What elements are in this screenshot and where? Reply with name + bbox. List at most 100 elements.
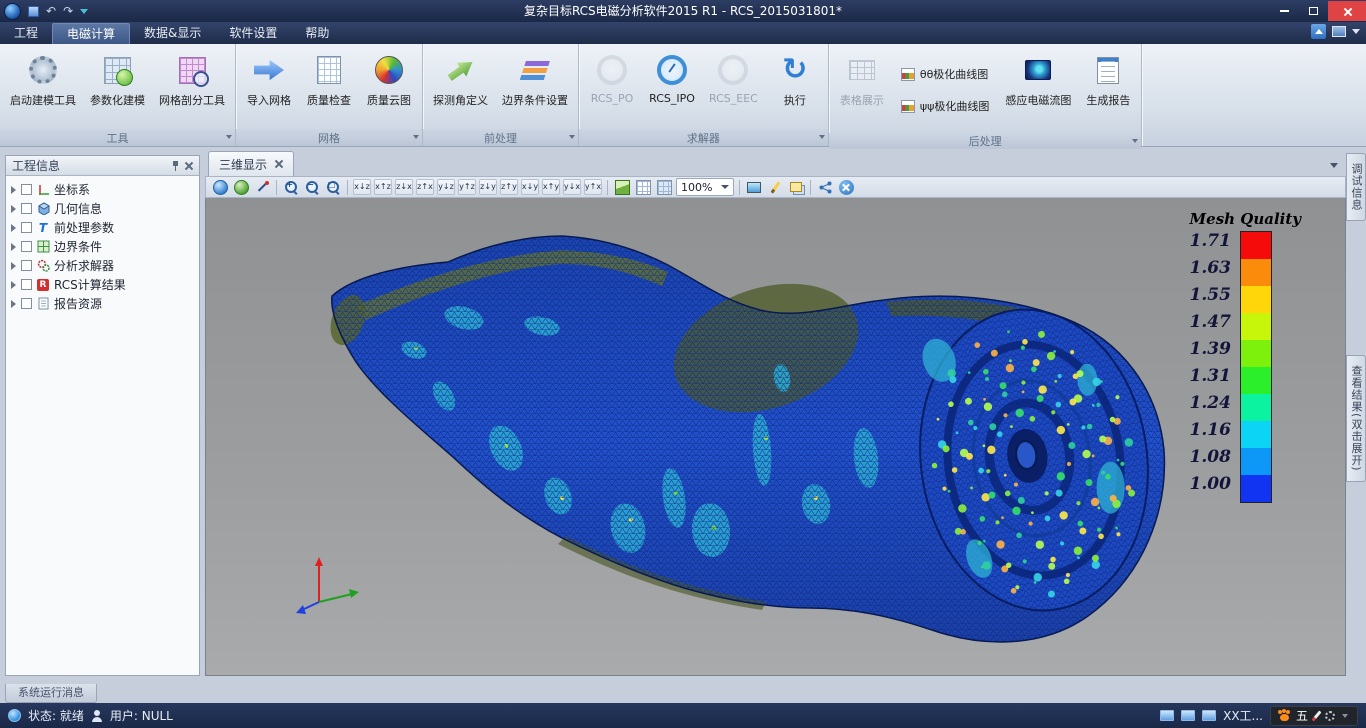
ribbon-button-probe-angle-define[interactable]: 探测角定义 — [427, 47, 494, 110]
system-message-tab[interactable]: 系统运行消息 — [5, 684, 97, 703]
minimize-button[interactable] — [1270, 1, 1299, 21]
ribbon-button-theta-polar-curve[interactable]: θθ极化曲线图 — [895, 63, 996, 85]
checkbox[interactable] — [21, 203, 32, 214]
tree-item-report-resources[interactable]: 报告资源 — [8, 294, 197, 313]
ribbon-button-mesh-partition-tool[interactable]: 网格剖分工具 — [153, 47, 231, 110]
quick-access-dropdown-icon[interactable] — [80, 9, 88, 14]
zoom-out-icon[interactable]: − — [303, 178, 321, 196]
group-dialog-launcher-icon[interactable] — [226, 135, 232, 139]
ribbon-button-psi-polar-curve[interactable]: ψψ极化曲线图 — [895, 95, 996, 117]
ime-brush-icon[interactable] — [1311, 710, 1321, 721]
menu-tab-help[interactable]: 帮助 — [291, 23, 343, 44]
menu-tab-project[interactable]: 工程 — [0, 23, 52, 44]
zoom-window-icon[interactable]: □ — [324, 178, 342, 196]
ribbon-button-quality-cloud-map[interactable]: 质量云图 — [360, 47, 418, 110]
ribbon-button-rcs-ipo[interactable]: RCS_IPO — [643, 47, 701, 107]
window-preview-icon[interactable] — [1160, 710, 1174, 721]
checkbox[interactable] — [21, 279, 32, 290]
view-axis-button[interactable]: x↓z — [353, 179, 371, 195]
zoom-in-icon[interactable]: + — [282, 178, 300, 196]
render-mode-icon[interactable] — [745, 178, 763, 196]
view-axis-button[interactable]: y↓z — [437, 179, 455, 195]
expander-icon[interactable] — [11, 186, 16, 194]
expander-icon[interactable] — [11, 300, 16, 308]
tab-close-icon[interactable] — [275, 160, 283, 168]
view-axis-button[interactable]: z↑x — [416, 179, 434, 195]
view-axis-button[interactable]: y↑z — [458, 179, 476, 195]
group-dialog-launcher-icon[interactable] — [1132, 139, 1138, 143]
checkbox[interactable] — [21, 184, 32, 195]
viewport-3d[interactable]: Mesh Quality 1.71 1.63 1.55 1.47 1.39 1.… — [205, 198, 1346, 676]
view-axis-button[interactable]: x↑y — [542, 179, 560, 195]
checkbox[interactable] — [21, 298, 32, 309]
group-dialog-launcher-icon[interactable] — [819, 135, 825, 139]
maximize-button[interactable] — [1299, 1, 1328, 21]
menu-tab-em-compute[interactable]: 电磁计算 — [52, 23, 130, 44]
tree-item-preprocess-params[interactable]: T 前处理参数 — [8, 218, 197, 237]
ribbon-button-execute[interactable]: 执行 — [766, 47, 824, 110]
ribbon-button-parametric-modeling[interactable]: 参数化建模 — [84, 47, 151, 110]
panel-close-icon[interactable] — [185, 162, 193, 170]
view-axis-button[interactable]: z↓y — [479, 179, 497, 195]
checkbox[interactable] — [21, 241, 32, 252]
view-results-tab[interactable]: 查看结果(双击展开) — [1346, 355, 1366, 482]
tab-3d-display[interactable]: 三维显示 — [208, 151, 294, 176]
view-cube-icon[interactable] — [613, 178, 631, 196]
view-axis-button[interactable]: y↑x — [584, 179, 602, 195]
wireframe-toggle-icon[interactable] — [655, 178, 673, 196]
window-layout-icon[interactable] — [1332, 26, 1346, 37]
tree-item-analysis-solver[interactable]: 分析求解器 — [8, 256, 197, 275]
tree-item-coordinate-system[interactable]: 坐标系 — [8, 180, 197, 199]
share-view-icon[interactable] — [816, 178, 834, 196]
ribbon-button-generate-report[interactable]: 生成报告 — [1079, 47, 1137, 110]
ribbon-button-launch-modeling-tool[interactable]: 启动建模工具 — [4, 47, 82, 110]
ribbon-button-import-mesh[interactable]: 导入网格 — [240, 47, 298, 110]
close-button[interactable] — [1328, 1, 1366, 21]
grid-toggle-icon[interactable] — [634, 178, 652, 196]
zoom-level-select[interactable]: 100% — [676, 178, 734, 196]
chevron-down-icon[interactable] — [1342, 714, 1348, 718]
view-axis-button[interactable]: x↑z — [374, 179, 392, 195]
tree-item-geometry-info[interactable]: 几何信息 — [8, 199, 197, 218]
axis-edit-icon[interactable] — [253, 178, 271, 196]
save-icon[interactable] — [28, 6, 39, 17]
window-preview-icon[interactable] — [1181, 710, 1195, 721]
menu-tab-settings[interactable]: 软件设置 — [215, 23, 291, 44]
tree-item-boundary-condition[interactable]: 边界条件 — [8, 237, 197, 256]
window-preview-icon[interactable] — [1202, 710, 1216, 721]
close-view-icon[interactable] — [837, 178, 855, 196]
copy-view-icon[interactable] — [787, 178, 805, 196]
expander-icon[interactable] — [11, 281, 16, 289]
orbit-icon[interactable] — [211, 178, 229, 196]
checkbox[interactable] — [21, 222, 32, 233]
view-axis-button[interactable]: z↑y — [500, 179, 518, 195]
menu-overflow-icon[interactable] — [1352, 29, 1360, 34]
checkbox[interactable] — [21, 260, 32, 271]
group-dialog-launcher-icon[interactable] — [569, 135, 575, 139]
view-axis-button[interactable]: z↓x — [395, 179, 413, 195]
expander-icon[interactable] — [11, 205, 16, 213]
rotate-mode-icon[interactable] — [232, 178, 250, 196]
ribbon: 启动建模工具 参数化建模 网格剖分工具 工具 导入网格 — [0, 44, 1366, 147]
ribbon-button-induced-current-map[interactable]: 感应电磁流图 — [999, 47, 1077, 110]
ime-toolbar[interactable]: 五 — [1270, 706, 1358, 726]
group-dialog-launcher-icon[interactable] — [413, 135, 419, 139]
expander-icon[interactable] — [11, 262, 16, 270]
undo-icon[interactable]: ↶ — [46, 0, 56, 22]
ime-logo-icon[interactable] — [1280, 714, 1289, 721]
debug-info-tab[interactable]: 调试信息 — [1346, 153, 1366, 221]
redo-icon[interactable]: ↷ — [63, 0, 73, 22]
annotate-pen-icon[interactable] — [766, 178, 784, 196]
expander-icon[interactable] — [11, 243, 16, 251]
ribbon-button-boundary-condition-settings[interactable]: 边界条件设置 — [496, 47, 574, 110]
menu-tab-data-display[interactable]: 数据&显示 — [130, 23, 215, 44]
ribbon-collapse-icon[interactable] — [1311, 24, 1326, 39]
tree-item-rcs-results[interactable]: R RCS计算结果 — [8, 275, 197, 294]
pin-icon[interactable] — [172, 161, 179, 171]
tabstrip-menu-icon[interactable] — [1330, 163, 1338, 168]
ime-settings-icon[interactable] — [1325, 711, 1335, 721]
ribbon-button-quality-check[interactable]: 质量检查 — [300, 47, 358, 110]
view-axis-button[interactable]: x↓y — [521, 179, 539, 195]
expander-icon[interactable] — [11, 224, 16, 232]
view-axis-button[interactable]: y↓x — [563, 179, 581, 195]
